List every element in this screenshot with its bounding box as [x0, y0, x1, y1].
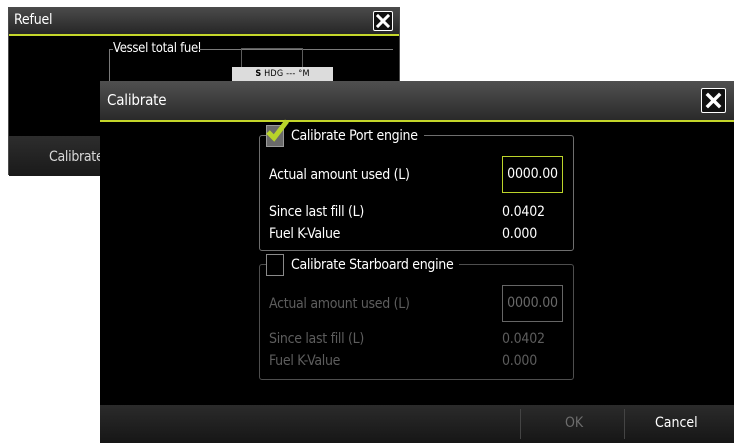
refuel-titlebar: Refuel [9, 8, 399, 34]
port-since-label: Since last fill (L) [269, 204, 364, 220]
port-engine-checkbox[interactable] [266, 119, 289, 147]
calibrate-title: Calibrate [107, 91, 167, 109]
refuel-title: Refuel [14, 12, 53, 28]
refuel-accent-line [9, 34, 399, 36]
heading-status: S HDG --- °M [232, 67, 333, 81]
close-icon [705, 92, 722, 109]
calibrate-titlebar: Calibrate [100, 81, 734, 120]
calibrate-button[interactable]: Calibrate [49, 149, 104, 165]
starboard-engine-group: Calibrate Starboard engine Actual amount… [259, 254, 574, 380]
starboard-actual-label: Actual amount used (L) [269, 296, 410, 312]
calibrate-bottom-bar: OK Cancel [100, 405, 734, 443]
vessel-total-fuel-label: Vessel total fuel [113, 41, 201, 56]
checkmark-icon [266, 119, 289, 142]
calibrate-accent-line [100, 120, 734, 122]
port-engine-legend: Calibrate Port engine [266, 119, 424, 147]
button-divider [624, 409, 625, 439]
starboard-since-value: 0.0402 [502, 331, 545, 347]
port-actual-label: Actual amount used (L) [269, 167, 410, 183]
refuel-close-button[interactable] [373, 11, 393, 31]
calibrate-close-button[interactable] [701, 88, 726, 113]
ok-button[interactable]: OK [565, 415, 583, 431]
port-engine-label: Calibrate Port engine [291, 128, 418, 144]
starboard-engine-legend: Calibrate Starboard engine [266, 254, 460, 276]
calibrate-dialog: Calibrate Calibrate Port engine Actual a… [100, 81, 734, 443]
port-engine-group: Calibrate Port engine Actual amount used… [259, 119, 574, 251]
port-actual-input[interactable]: 0000.00 [502, 156, 563, 193]
starboard-k-label: Fuel K-Value [269, 353, 341, 369]
heading-value: HDG --- °M [264, 69, 310, 79]
starboard-k-value: 0.000 [502, 353, 538, 369]
starboard-actual-input[interactable]: 0000.00 [502, 285, 563, 322]
close-icon [376, 14, 390, 28]
port-since-value: 0.0402 [502, 204, 545, 220]
cancel-button[interactable]: Cancel [655, 415, 698, 431]
starboard-engine-label: Calibrate Starboard engine [291, 257, 454, 273]
heading-direction: S [255, 69, 262, 79]
port-k-value: 0.000 [502, 226, 538, 242]
starboard-engine-checkbox[interactable] [266, 254, 284, 276]
starboard-since-label: Since last fill (L) [269, 331, 364, 347]
button-divider [520, 409, 521, 439]
port-k-label: Fuel K-Value [269, 226, 341, 242]
